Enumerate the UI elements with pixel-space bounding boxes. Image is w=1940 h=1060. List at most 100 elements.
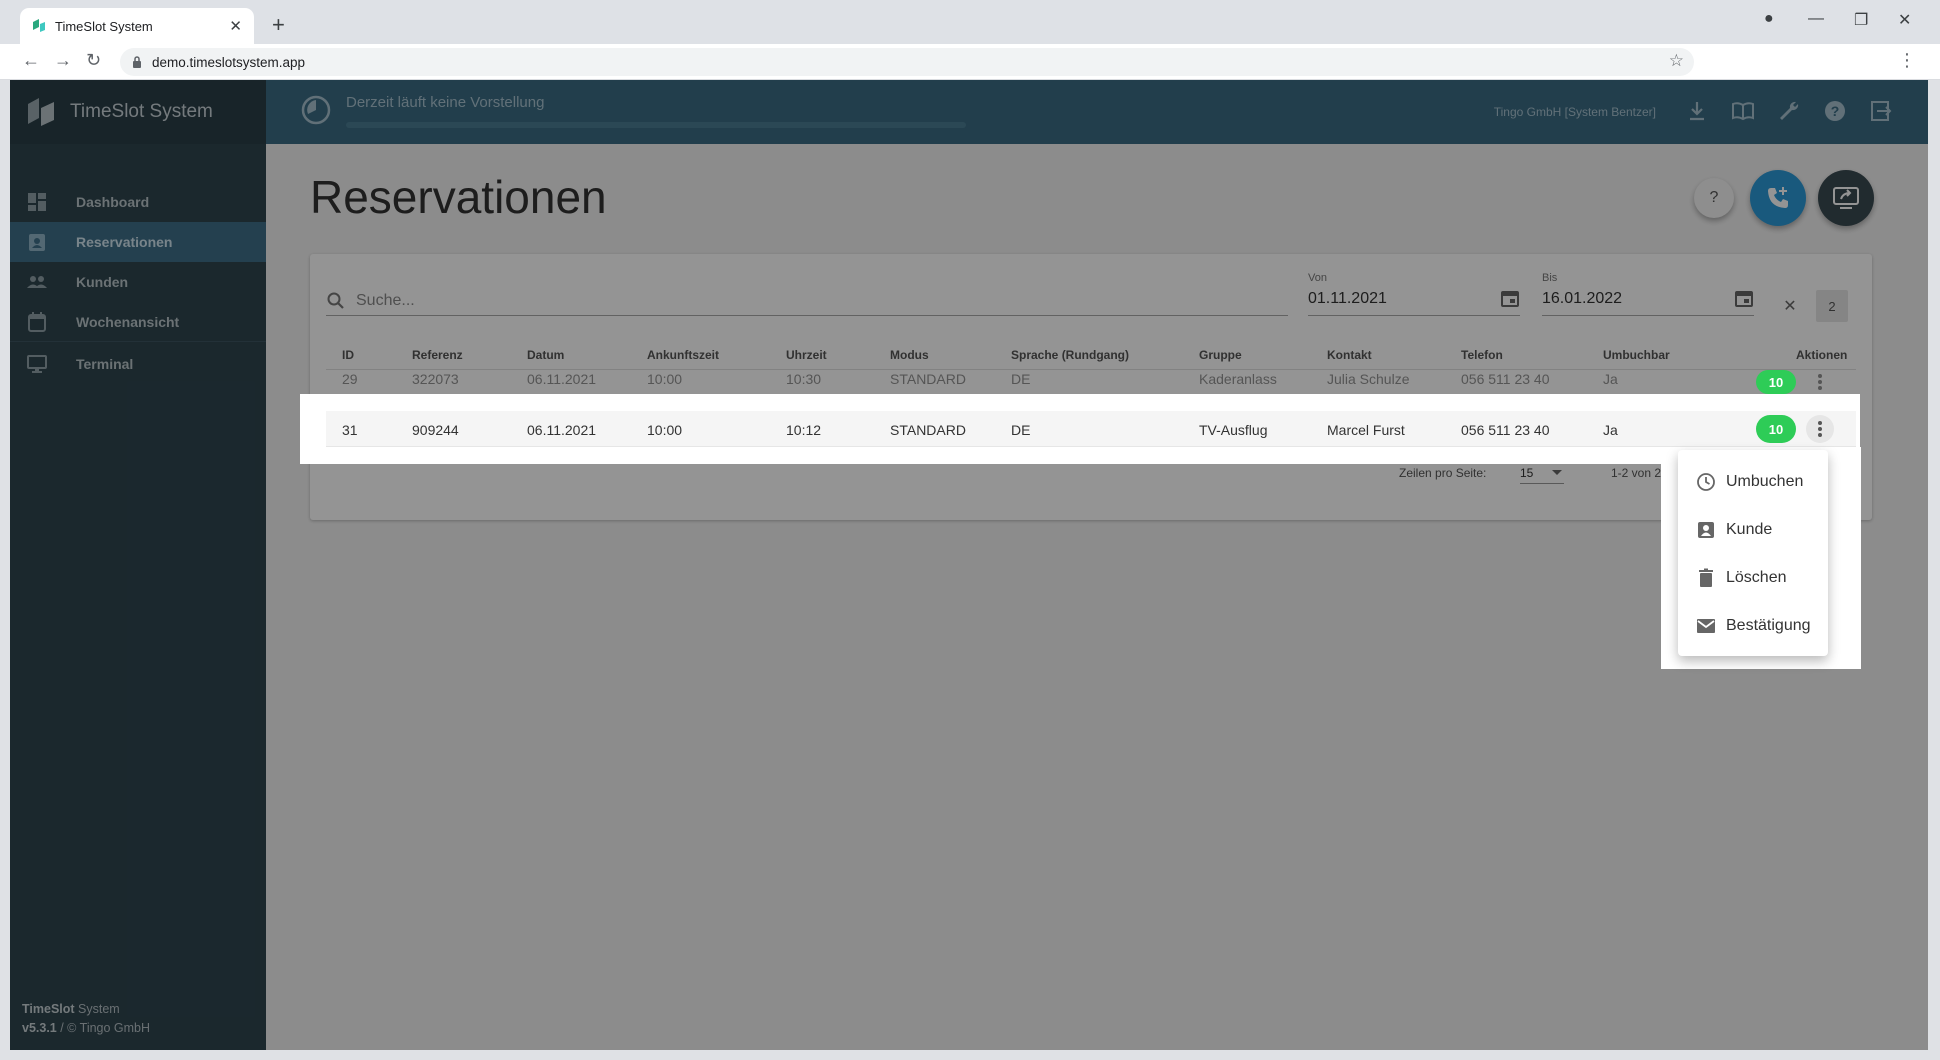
col-gruppe[interactable]: Gruppe — [1199, 348, 1242, 362]
restore-icon[interactable]: ❐ — [1854, 10, 1868, 30]
help-button[interactable]: ? — [1694, 178, 1734, 218]
cell-lang: DE — [1011, 422, 1031, 438]
menu-item-umbuchen[interactable]: Umbuchen — [1678, 458, 1828, 506]
col-uhrzeit[interactable]: Uhrzeit — [786, 348, 827, 362]
org-name: Tingo GmbH [System Bentzer] — [1493, 105, 1656, 119]
show-clock-icon — [301, 95, 331, 125]
menu-item-bestaetigung[interactable]: Bestätigung — [1678, 602, 1828, 650]
menu-item-label: Kunde — [1726, 521, 1773, 538]
sidebar-item-label: Terminal — [76, 356, 134, 372]
sidebar-item-reservationen[interactable]: Reservationen — [10, 222, 266, 262]
show-progress-bar — [346, 122, 966, 128]
topbar: Derzeit läuft keine Vorstellung Tingo Gm… — [266, 80, 1928, 144]
download-icon[interactable] — [1684, 98, 1710, 124]
cell-contact: Julia Schulze — [1327, 371, 1410, 387]
sidebar: TimeSlot System Dashboard Reservationen … — [10, 80, 266, 1050]
row-actions-button[interactable] — [1806, 415, 1834, 443]
col-id[interactable]: ID — [342, 348, 354, 362]
cell-time: 10:12 — [786, 422, 822, 438]
row-actions-menu: Umbuchen Kunde Löschen Bestätigung — [1678, 450, 1828, 656]
sidebar-item-dashboard[interactable]: Dashboard — [10, 182, 266, 222]
event-calendar-icon[interactable] — [1734, 288, 1754, 308]
calendar-icon — [28, 311, 46, 332]
col-ankunftszeit[interactable]: Ankunftszeit — [647, 348, 719, 362]
add-call-icon — [1768, 187, 1788, 208]
window-close-icon[interactable]: ✕ — [1898, 10, 1911, 30]
cell-phone: 056 511 23 40 — [1461, 422, 1550, 438]
trash-icon — [1699, 568, 1713, 587]
forward-icon[interactable]: → — [54, 50, 72, 71]
back-icon[interactable]: ← — [22, 50, 40, 71]
browser-toolbar: ← → ↻ demo.timeslotsystem.app ☆ ⋮ — [0, 44, 1940, 80]
cell-rebook: Ja — [1603, 422, 1618, 438]
sidebar-item-terminal[interactable]: Terminal — [10, 344, 266, 384]
search-input[interactable] — [356, 291, 1288, 310]
cell-mode: STANDARD — [890, 422, 966, 438]
pagination-range: 1-2 von 2 — [1611, 466, 1662, 480]
col-datum[interactable]: Datum — [527, 348, 564, 362]
menu-item-label: Bestätigung — [1726, 617, 1811, 634]
contact-icon — [1698, 522, 1714, 538]
col-referenz[interactable]: Referenz — [412, 348, 463, 362]
monitor-icon — [27, 355, 47, 373]
sidebar-item-kunden[interactable]: Kunden — [10, 262, 266, 302]
sidebar-nav: Dashboard Reservationen Kunden Wochenans… — [10, 182, 266, 384]
cell-mode: STANDARD — [890, 371, 966, 387]
date-to-field[interactable]: Bis 16.01.2022 — [1542, 272, 1754, 316]
timeslot-logo-icon — [28, 98, 54, 126]
logout-icon[interactable] — [1868, 98, 1894, 124]
status-badge[interactable]: 10 — [1756, 415, 1796, 443]
app-window: TimeSlot System Dashboard Reservationen … — [10, 80, 1928, 1050]
browser-tab[interactable]: TimeSlot System ✕ — [20, 8, 254, 44]
book-icon[interactable] — [1730, 98, 1756, 124]
cell-ref: 909244 — [412, 422, 459, 438]
menu-item-label: Löschen — [1726, 569, 1787, 586]
menu-item-loeschen[interactable]: Löschen — [1678, 554, 1828, 602]
brand-name: TimeSlot System — [70, 101, 213, 122]
timeslot-favicon-icon — [33, 19, 45, 32]
cell-arrival: 10:00 — [647, 422, 683, 438]
phone-reservation-button[interactable] — [1750, 170, 1806, 226]
minimize-icon[interactable]: — — [1808, 10, 1824, 28]
date-from-value: 01.11.2021 — [1308, 290, 1387, 307]
sidebar-item-wochenansicht[interactable]: Wochenansicht — [10, 302, 266, 342]
tab-close-icon[interactable]: ✕ — [229, 17, 242, 35]
tab-title: TimeSlot System — [55, 18, 153, 34]
screen-share-icon — [1833, 187, 1859, 209]
footer-version: v5.3.1 — [22, 1021, 57, 1035]
col-kontakt[interactable]: Kontakt — [1327, 348, 1372, 362]
date-from-field[interactable]: Von 01.11.2021 — [1308, 272, 1520, 316]
col-telefon[interactable]: Telefon — [1461, 348, 1503, 362]
col-umbuchbar[interactable]: Umbuchbar — [1603, 348, 1670, 362]
new-tab-icon[interactable]: + — [272, 12, 285, 38]
sidebar-item-label: Dashboard — [76, 194, 150, 210]
sidebar-item-label: Wochenansicht — [76, 313, 180, 330]
profile-dropdown-icon[interactable]: ● — [1764, 10, 1774, 28]
checkin-button[interactable] — [1818, 170, 1874, 226]
col-sprache[interactable]: Sprache (Rundgang) — [1011, 348, 1129, 362]
table-row-1-dimmed[interactable]: 29 322073 06.11.2021 10:00 10:30 STANDAR… — [326, 364, 1856, 394]
browser-menu-icon[interactable]: ⋮ — [1898, 50, 1916, 71]
rows-per-page-label: Zeilen pro Seite: — [1399, 466, 1487, 480]
search-icon — [327, 292, 344, 309]
row-actions-button[interactable] — [1806, 368, 1834, 396]
brand[interactable]: TimeSlot System — [10, 80, 266, 144]
date-to-value: 16.01.2022 — [1542, 290, 1623, 307]
browser-tabstrip: TimeSlot System ✕ + ● — ❐ ✕ — [0, 0, 1940, 44]
reload-icon[interactable]: ↻ — [86, 50, 101, 71]
col-modus[interactable]: Modus — [890, 348, 929, 362]
bookmark-star-icon[interactable]: ☆ — [1669, 51, 1684, 71]
clear-filter-icon[interactable]: ✕ — [1778, 294, 1802, 318]
help-icon[interactable]: ? — [1822, 98, 1848, 124]
url-text: demo.timeslotsystem.app — [152, 54, 306, 70]
status-badge[interactable]: 10 — [1756, 370, 1796, 394]
dashboard-icon — [28, 193, 46, 211]
address-bar[interactable]: demo.timeslotsystem.app ☆ — [120, 48, 1694, 76]
cell-ref: 322073 — [412, 371, 459, 387]
menu-item-kunde[interactable]: Kunde — [1678, 506, 1828, 554]
event-calendar-icon[interactable] — [1500, 288, 1520, 308]
wrench-icon[interactable] — [1776, 98, 1802, 124]
search-box — [326, 286, 1288, 316]
table-row-2[interactable]: 31 909244 06.11.2021 10:00 10:12 STANDAR… — [326, 411, 1856, 447]
cell-id: 31 — [342, 422, 358, 438]
